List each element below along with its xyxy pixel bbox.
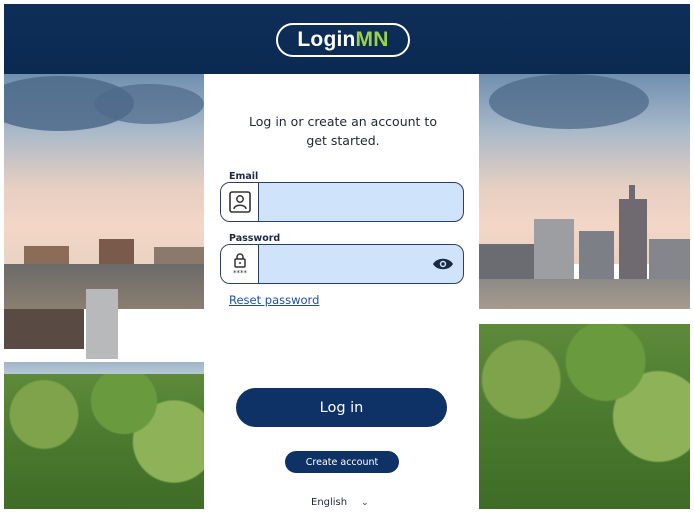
id-badge-icon [221,183,259,221]
background-image-right [479,74,690,509]
password-label: Password [229,233,281,244]
email-input[interactable] [261,183,441,221]
language-selector[interactable]: English ⌄ [311,497,369,508]
intro-text: Log in or create an account to get start… [249,114,437,148]
background-image-left [4,74,204,509]
logo-text-login: Login [297,28,356,51]
password-field-container: **** [220,244,464,284]
svg-text:****: **** [233,269,248,277]
eye-icon[interactable] [432,255,454,273]
language-label: English [311,497,348,508]
lock-icon: **** [221,245,259,283]
reset-password-link[interactable]: Reset password [229,293,319,307]
chevron-down-icon: ⌄ [361,497,369,508]
password-input[interactable] [261,245,441,283]
create-account-button[interactable]: Create account [285,451,399,473]
login-page: Login MN Log in or create an account to g… [4,4,690,509]
login-button[interactable]: Log in [236,388,447,427]
login-card: Log in or create an account to get start… [204,74,479,509]
loginmn-logo: Login MN [276,23,410,57]
email-label: Email [229,171,259,182]
site-header: Login MN [4,4,690,74]
logo-text-mn: MN [355,28,389,51]
email-field-container [220,182,464,222]
